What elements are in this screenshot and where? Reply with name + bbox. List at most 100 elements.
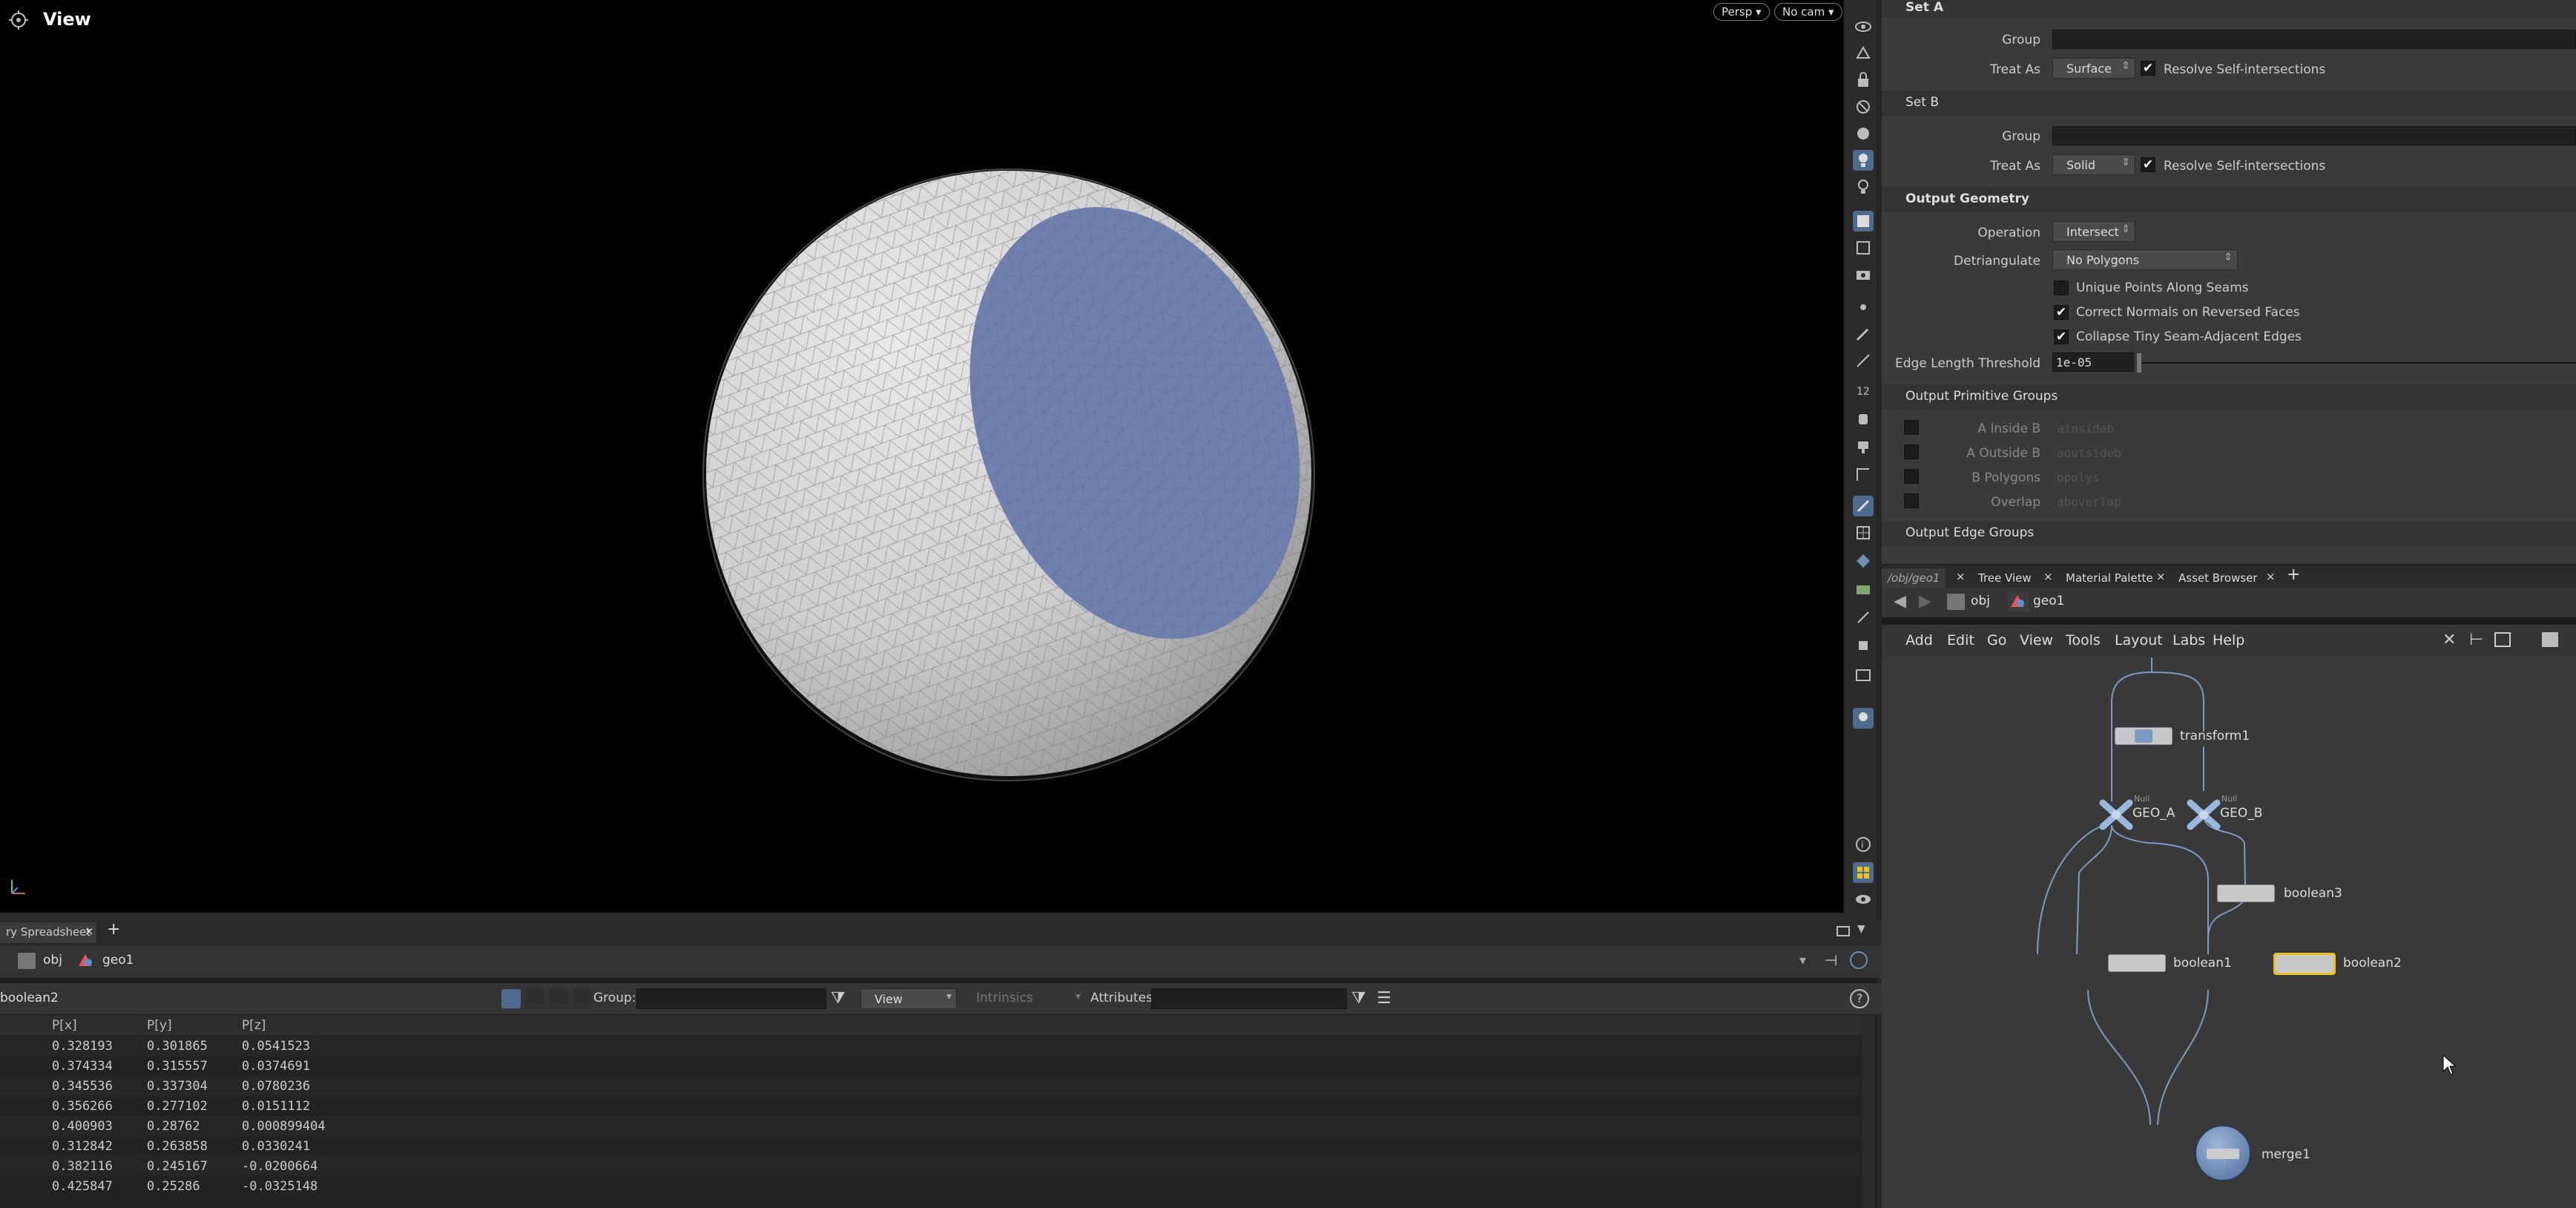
lock-icon[interactable]: [1853, 70, 1874, 91]
light-icon[interactable]: [1853, 150, 1874, 171]
arrow-tool-icon[interactable]: [1853, 607, 1874, 628]
help-icon[interactable]: ?: [1850, 989, 1869, 1008]
layout-icon[interactable]: [1853, 862, 1874, 883]
collapse-edges-checkbox[interactable]: ✔: [2054, 329, 2069, 344]
sphere-icon[interactable]: [1853, 123, 1874, 144]
tab-material-palette[interactable]: Material Palette: [2060, 568, 2159, 589]
grid-view-icon[interactable]: [2542, 632, 2558, 647]
table-row[interactable]: 0.374334 0.315557 0.0374691: [0, 1056, 1862, 1076]
wrench-icon[interactable]: ✕: [2442, 631, 2456, 649]
close-tab-icon[interactable]: ×: [85, 925, 94, 938]
add-tab-icon[interactable]: +: [2287, 565, 2300, 584]
attr-filter-icon[interactable]: ⧩: [1351, 989, 1366, 1008]
filter-icon[interactable]: ⧩: [831, 989, 846, 1008]
snap-icon[interactable]: [1853, 43, 1874, 64]
table-scrollbar[interactable]: [1862, 1015, 1875, 1208]
boolean2-node-selected[interactable]: [2273, 953, 2336, 975]
add-tab-icon[interactable]: +: [107, 920, 120, 939]
point-icon[interactable]: [1853, 297, 1874, 318]
menu-view[interactable]: View: [2020, 632, 2053, 649]
set-a-header[interactable]: Set A: [1882, 0, 2576, 18]
group-filter-field[interactable]: [636, 988, 826, 1009]
path-dropdown-icon[interactable]: ▾: [1799, 953, 1806, 968]
pane-splitter-horizontal[interactable]: [0, 913, 1843, 920]
wireframe-icon[interactable]: [1853, 237, 1874, 258]
number-icon[interactable]: 12: [1853, 380, 1874, 401]
close-tab-icon[interactable]: ×: [2266, 570, 2276, 583]
set-b-header[interactable]: Set B: [1882, 91, 2576, 116]
vertices-mode-icon[interactable]: [525, 989, 544, 1008]
ss-path-obj[interactable]: obj: [43, 953, 62, 968]
transform1-node[interactable]: [2115, 727, 2173, 745]
corner-icon[interactable]: [1853, 465, 1874, 485]
menu-labs[interactable]: Labs: [2173, 632, 2205, 649]
tab-asset-browser[interactable]: Asset Browser: [2173, 568, 2264, 589]
cancel-circle-icon[interactable]: [1853, 96, 1874, 117]
output-geometry-header[interactable]: Output Geometry: [1882, 187, 2576, 212]
view-eye-icon[interactable]: [1853, 889, 1874, 910]
pane-maximize-icon[interactable]: [1837, 926, 1850, 936]
grid-icon[interactable]: [1853, 522, 1874, 543]
merge1-node[interactable]: [2195, 1125, 2251, 1181]
edge-threshold-slider-track[interactable]: [2137, 362, 2576, 364]
list-icon[interactable]: [2494, 632, 2511, 647]
prim-group-name-field[interactable]: ainsideb: [2052, 418, 2572, 438]
eye-icon[interactable]: [1853, 16, 1874, 37]
close-tab-icon[interactable]: ×: [2043, 570, 2053, 583]
prim-group-name-field[interactable]: bpolys: [2052, 467, 2572, 487]
pen-icon[interactable]: [1853, 350, 1874, 371]
edit-icon[interactable]: [1853, 496, 1874, 516]
menu-go[interactable]: Go: [1987, 632, 2006, 649]
points-mode-icon[interactable]: [501, 989, 521, 1008]
bulb-icon[interactable]: [1853, 177, 1874, 197]
boolean3-node[interactable]: [2217, 884, 2275, 902]
menu-help[interactable]: Help: [2213, 632, 2244, 649]
col-px-header[interactable]: P[x]: [52, 1018, 77, 1033]
intrinsics-dropdown-icon[interactable]: ▾: [1075, 991, 1081, 1002]
col-pz-header[interactable]: P[z]: [242, 1018, 266, 1033]
edge-threshold-slider-handle[interactable]: [2137, 353, 2141, 372]
set-b-group-field[interactable]: [2052, 126, 2576, 145]
detriangulate-select[interactable]: No Polygons ⇕: [2052, 249, 2238, 270]
table-row[interactable]: 0.312842 0.263858 0.0330241: [0, 1136, 1862, 1156]
prim-group-name-field[interactable]: aoutsideb: [2052, 443, 2572, 462]
geo-b-null-node[interactable]: [2183, 797, 2224, 833]
correct-normals-checkbox[interactable]: ✔: [2054, 305, 2069, 320]
close-tab-icon[interactable]: ×: [1956, 570, 1966, 583]
path-geo1[interactable]: geo1: [2033, 594, 2064, 608]
camera-menu-button[interactable]: No cam ▾: [1774, 3, 1842, 21]
tab-tree-view[interactable]: Tree View: [1972, 568, 2038, 589]
set-b-resolve-checkbox[interactable]: ✔: [2141, 157, 2155, 172]
menu-add[interactable]: Add: [1905, 632, 1933, 649]
back-arrow-icon[interactable]: ◀: [1894, 592, 1906, 611]
columns-icon[interactable]: ☰: [1377, 989, 1391, 1008]
lamp-icon[interactable]: [1853, 708, 1874, 729]
set-b-treat-as-select[interactable]: Solid ⇕: [2052, 154, 2135, 175]
table-row[interactable]: 0.400903 0.28762 0.000899404: [0, 1116, 1862, 1136]
pin-icon[interactable]: ⊣: [1825, 951, 1837, 969]
pane-menu-icon[interactable]: ▼: [1857, 923, 1865, 935]
tab-geometry-spreadsheet[interactable]: ry Spreadsheet: [0, 922, 97, 943]
render-view-icon[interactable]: [1853, 665, 1874, 686]
info-icon[interactable]: i: [1853, 834, 1874, 855]
attributes-filter-field[interactable]: [1151, 988, 1347, 1009]
intrinsics-label[interactable]: Intrinsics: [976, 991, 1033, 1005]
menu-tools[interactable]: Tools: [2066, 632, 2101, 649]
unique-points-checkbox[interactable]: [2054, 280, 2069, 295]
terrain-icon[interactable]: [1853, 579, 1874, 600]
persp-menu-button[interactable]: Persp ▾: [1713, 3, 1770, 21]
set-a-group-field[interactable]: [2052, 30, 2576, 49]
menu-layout[interactable]: Layout: [2115, 632, 2163, 649]
path-obj[interactable]: obj: [1971, 594, 1990, 608]
box-icon[interactable]: [1853, 635, 1874, 656]
table-row[interactable]: 0.382116 0.245167 -0.0200664: [0, 1156, 1862, 1176]
col-py-header[interactable]: P[y]: [147, 1018, 172, 1033]
camera-icon[interactable]: [1853, 264, 1874, 285]
brush-icon[interactable]: [1853, 324, 1874, 344]
paint-icon[interactable]: [1853, 436, 1874, 457]
shading-icon[interactable]: [1853, 211, 1874, 232]
tree-icon[interactable]: ⊢: [2469, 631, 2483, 649]
set-a-resolve-checkbox[interactable]: ✔: [2141, 61, 2155, 76]
operation-select[interactable]: Intersect ⇕: [2052, 221, 2135, 242]
scene-viewport[interactable]: View Persp ▾ No cam ▾: [0, 0, 1843, 913]
